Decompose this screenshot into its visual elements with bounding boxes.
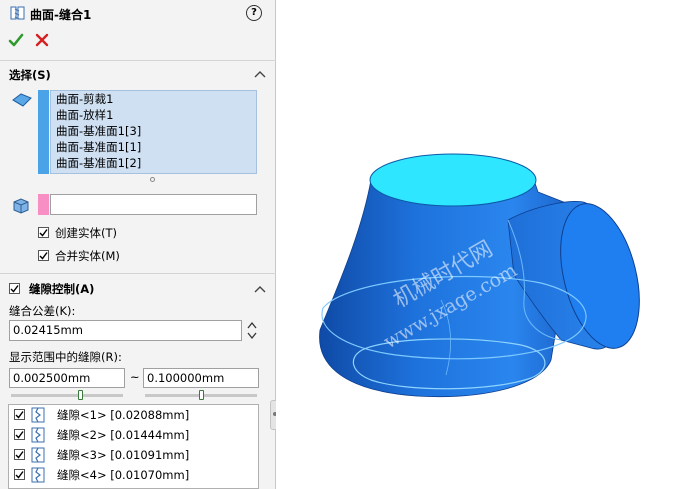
model-view[interactable]: 机械时代网 www.jxage.com [276, 0, 700, 489]
gap-icon [31, 467, 45, 483]
selection-section-header[interactable]: 选择(S) [9, 67, 51, 83]
entity-selection-box[interactable] [50, 194, 257, 215]
gap-range-min-input[interactable]: 0.002500mm [9, 368, 125, 388]
divider [0, 60, 276, 61]
list-item[interactable]: 缝隙<1> [0.02088mm] [14, 406, 254, 424]
list-item[interactable]: 曲面-放样1 [51, 107, 256, 123]
close-icon [35, 33, 49, 47]
tolerance-input[interactable]: 0.02415mm [9, 320, 242, 341]
chevron-up-icon[interactable] [254, 70, 266, 78]
graphics-viewport[interactable]: 机械时代网 www.jxage.com [276, 0, 700, 489]
range-separator: ~ [130, 370, 140, 384]
divider [0, 273, 276, 274]
list-item[interactable]: 曲面-基准面1[1] [51, 139, 256, 155]
chevron-down-icon[interactable] [247, 332, 257, 340]
min-slider-thumb[interactable] [78, 390, 83, 400]
ok-button[interactable] [8, 32, 24, 48]
surface-selection-icon [12, 93, 32, 107]
list-item[interactable]: 缝隙<2> [0.01444mm] [14, 426, 254, 444]
merge-solid-label: 合并实体(M) [55, 249, 120, 263]
max-slider-thumb[interactable] [199, 390, 204, 400]
selected-surfaces-list[interactable]: 曲面-剪裁1 曲面-放样1 曲面-基准面1[3] 曲面-基准面1[1] 曲面-基… [50, 90, 257, 174]
gap-icon [31, 427, 45, 443]
list-item[interactable]: 缝隙<4> [0.01070mm] [14, 466, 254, 484]
chevron-up-icon[interactable] [254, 285, 266, 293]
min-slider-track[interactable] [11, 394, 123, 397]
list-item[interactable]: 曲面-基准面1[3] [51, 123, 256, 139]
solid-body-icon [13, 198, 29, 214]
top-cap[interactable] [369, 153, 537, 207]
feature-title: 曲面-缝合1 [30, 8, 92, 22]
gap-label: 缝隙<1> [0.02088mm] [57, 408, 190, 422]
tolerance-label: 缝合公差(K): [9, 304, 76, 318]
gap-range-max-input[interactable]: 0.100000mm [143, 368, 259, 388]
gap-list[interactable]: 缝隙<1> [0.02088mm] 缝隙<2> [0.01444mm] 缝隙<3… [8, 404, 259, 489]
gap-icon [31, 407, 45, 423]
cancel-button[interactable] [35, 33, 49, 47]
property-manager-panel: 曲面-缝合1 ? 选择(S) 曲面-剪裁1 曲面-放样1 曲面-基准面1[3] … [0, 0, 280, 489]
help-button[interactable]: ? [246, 5, 262, 21]
tolerance-spinner[interactable] [246, 320, 258, 341]
chevron-up-icon[interactable] [247, 321, 257, 329]
gap-icon [31, 447, 45, 463]
list-item[interactable]: 曲面-剪裁1 [51, 91, 256, 107]
gap-control-header[interactable]: 缝隙控制(A) [29, 281, 94, 297]
gap-label: 缝隙<3> [0.01091mm] [57, 448, 190, 462]
gap-label: 缝隙<2> [0.01444mm] [57, 428, 190, 442]
check-icon [8, 33, 24, 47]
selection-color-bar [38, 90, 49, 174]
gap-label: 缝隙<4> [0.01070mm] [57, 468, 190, 482]
gap-range-label: 显示范围中的缝隙(R): [9, 350, 122, 364]
create-solid-label: 创建实体(T) [55, 226, 117, 240]
gap-control-checkbox[interactable] [9, 283, 20, 294]
create-solid-checkbox[interactable] [38, 227, 49, 238]
list-item[interactable]: 缝隙<3> [0.01091mm] [14, 446, 254, 464]
merge-solid-checkbox[interactable] [38, 250, 49, 261]
knit-surface-icon [10, 6, 25, 20]
entity-color-bar [38, 194, 49, 215]
list-item[interactable]: 曲面-基准面1[2] [51, 155, 256, 171]
resize-handle[interactable] [150, 177, 155, 182]
